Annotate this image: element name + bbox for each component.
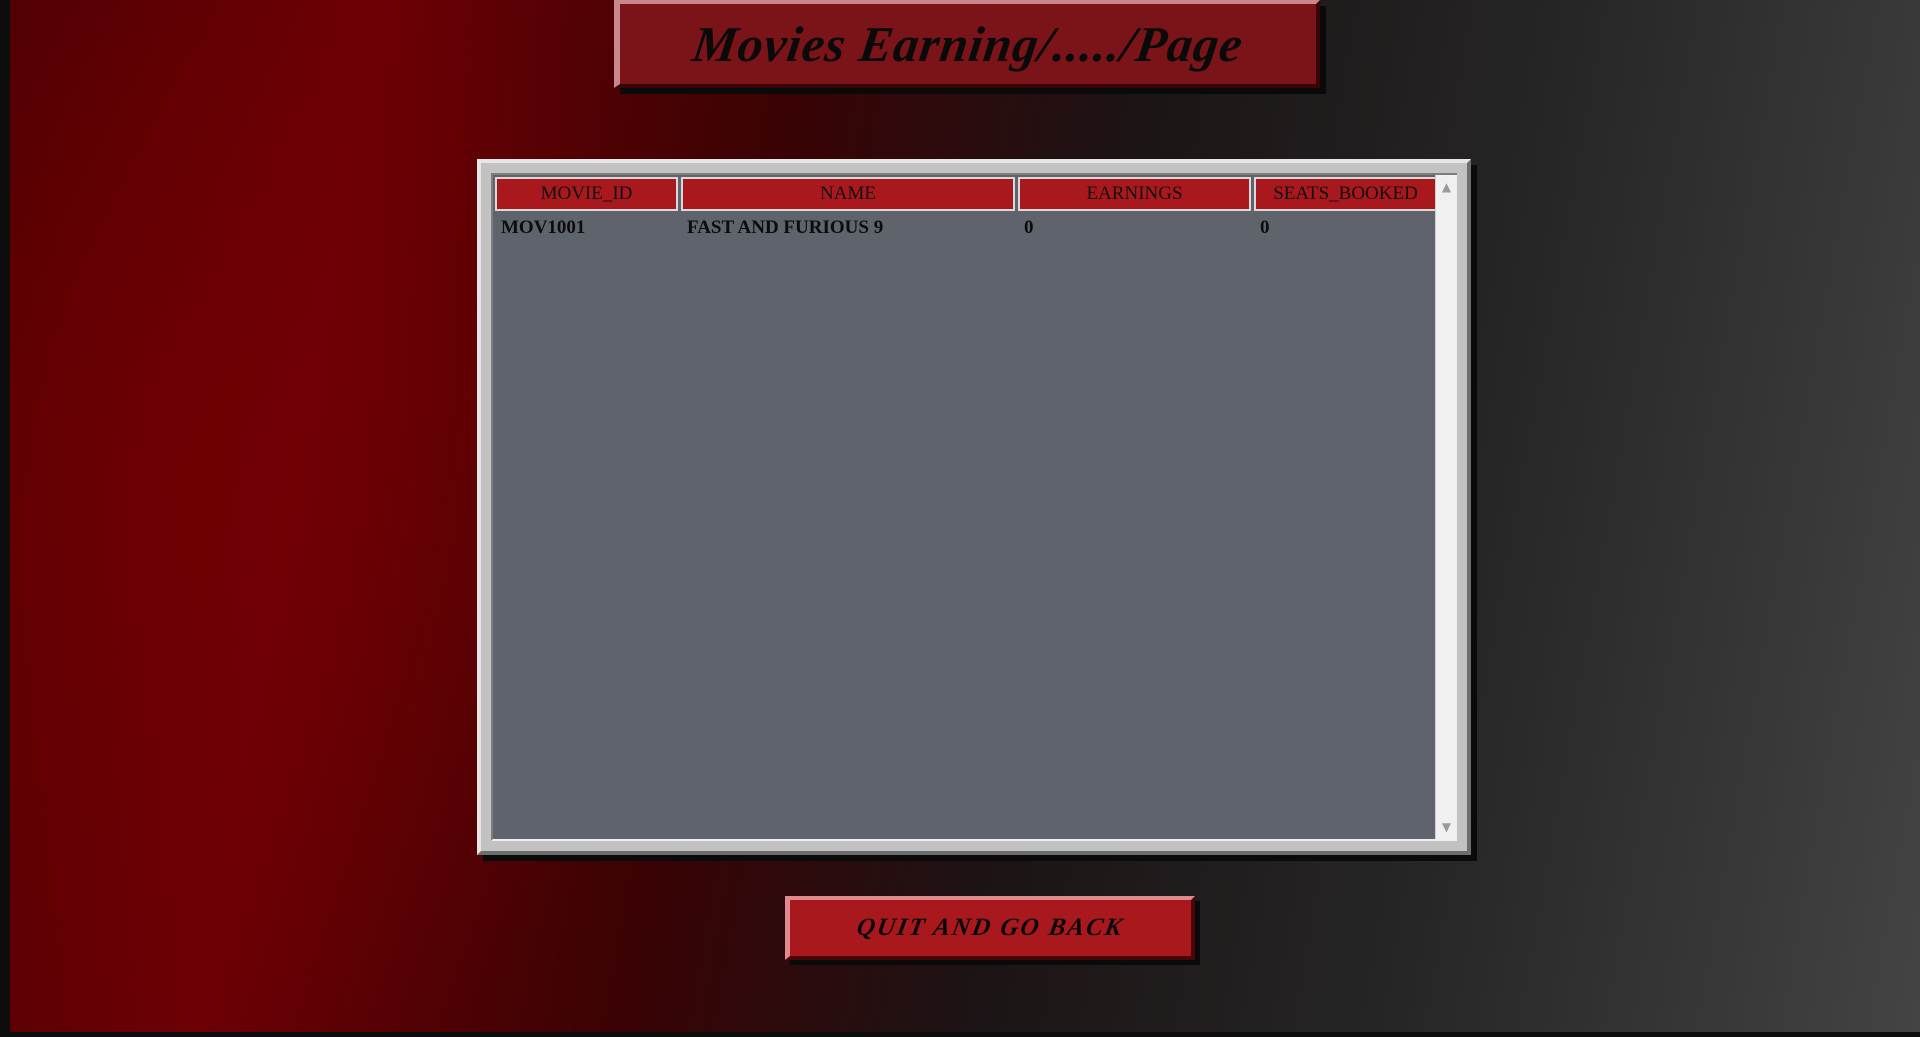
left-edge-strip bbox=[0, 0, 10, 1037]
scroll-up-icon[interactable]: ▲ bbox=[1436, 177, 1457, 197]
quit-and-go-back-button[interactable]: QUIT AND GO BACK bbox=[785, 896, 1195, 960]
quit-button-label: QUIT AND GO BACK bbox=[854, 914, 1127, 941]
column-header-name[interactable]: NAME bbox=[681, 177, 1015, 211]
page-title: Movies Earning/...../Page bbox=[689, 16, 1247, 72]
title-banner: Movies Earning/...../Page bbox=[614, 0, 1320, 88]
table-row[interactable]: MOV1001 FAST AND FURIOUS 9 0 0 bbox=[495, 215, 1437, 241]
cell-name: FAST AND FURIOUS 9 bbox=[687, 217, 884, 238]
scroll-down-icon[interactable]: ▼ bbox=[1436, 817, 1457, 837]
column-header-movie-id[interactable]: MOVIE_ID bbox=[495, 177, 678, 211]
column-header-seats-booked[interactable]: SEATS_BOOKED bbox=[1254, 177, 1437, 211]
column-header-earnings[interactable]: EARNINGS bbox=[1018, 177, 1251, 211]
earnings-table-panel: MOVIE_ID NAME EARNINGS SEATS_BOOKED MOV1… bbox=[477, 159, 1471, 855]
table-grid: MOVIE_ID NAME EARNINGS SEATS_BOOKED MOV1… bbox=[493, 175, 1437, 839]
table-header-row: MOVIE_ID NAME EARNINGS SEATS_BOOKED bbox=[495, 177, 1437, 213]
bottom-edge-strip bbox=[0, 1032, 1920, 1037]
earnings-table[interactable]: MOVIE_ID NAME EARNINGS SEATS_BOOKED MOV1… bbox=[491, 173, 1457, 841]
vertical-scrollbar[interactable]: ▲ ▼ bbox=[1435, 175, 1457, 839]
cell-earnings: 0 bbox=[1024, 217, 1034, 238]
cell-movie-id: MOV1001 bbox=[501, 217, 586, 238]
cell-seats-booked: 0 bbox=[1260, 217, 1270, 238]
